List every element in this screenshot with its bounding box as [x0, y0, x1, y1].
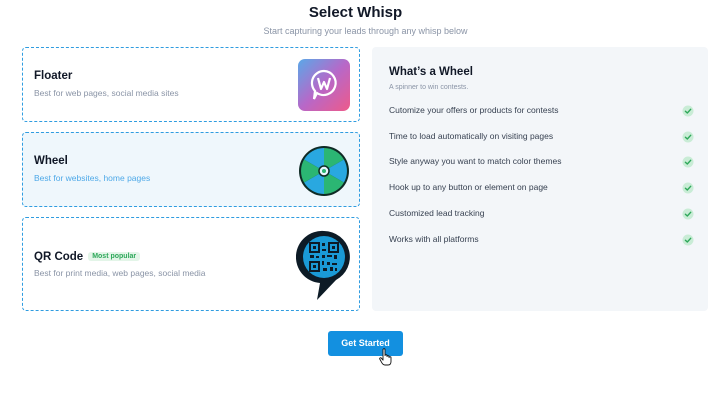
details-subtitle: A spinner to win contests. [389, 84, 469, 91]
feature-text: Time to load automatically on visiting p… [389, 131, 554, 141]
option-card-wheel[interactable]: Wheel Best for websites, home pages [22, 132, 360, 207]
check-icon [682, 182, 694, 194]
option-card-floater[interactable]: Floater Best for web pages, social media… [22, 47, 360, 122]
feature-text: Hook up to any button or element on page [389, 182, 548, 192]
details-panel: What’s a Wheel A spinner to win contests… [372, 47, 708, 311]
feature-text: Works with all platforms [389, 234, 479, 244]
page-title: Select Whisp [308, 4, 403, 21]
check-icon [682, 156, 694, 168]
option-description: Best for web pages, social media sites [34, 88, 179, 98]
qr-code-icon [296, 230, 350, 300]
feature-text: Customized lead tracking [389, 208, 485, 218]
page-subtitle: Start capturing your leads through any w… [263, 26, 468, 36]
option-title-text: QR Code [34, 251, 84, 263]
check-icon [682, 105, 694, 117]
feature-item: Cutomize your offers or products for con… [389, 104, 694, 118]
feature-item: Works with all platforms [389, 233, 694, 247]
feature-item: Style anyway you want to match color the… [389, 155, 694, 169]
hand-cursor-icon [379, 348, 392, 366]
floater-icon [298, 59, 350, 111]
option-card-qr-code[interactable]: QR Code Most popular Best for print media… [22, 217, 360, 311]
option-title: QR Code Most popular [34, 251, 141, 263]
wheel-icon [299, 146, 349, 196]
feature-item: Time to load automatically on visiting p… [389, 130, 694, 144]
check-icon [682, 234, 694, 246]
option-title: Wheel [34, 155, 68, 167]
feature-item: Customized lead tracking [389, 207, 694, 221]
check-icon [682, 131, 694, 143]
feature-text: Cutomize your offers or products for con… [389, 105, 559, 115]
details-title: What’s a Wheel [389, 66, 473, 78]
most-popular-badge: Most popular [88, 252, 141, 261]
feature-item: Hook up to any button or element on page [389, 181, 694, 195]
check-icon [682, 208, 694, 220]
feature-text: Style anyway you want to match color the… [389, 156, 562, 166]
option-title: Floater [34, 70, 73, 82]
option-description: Best for websites, home pages [34, 173, 151, 183]
option-description: Best for print media, web pages, social … [34, 268, 206, 278]
